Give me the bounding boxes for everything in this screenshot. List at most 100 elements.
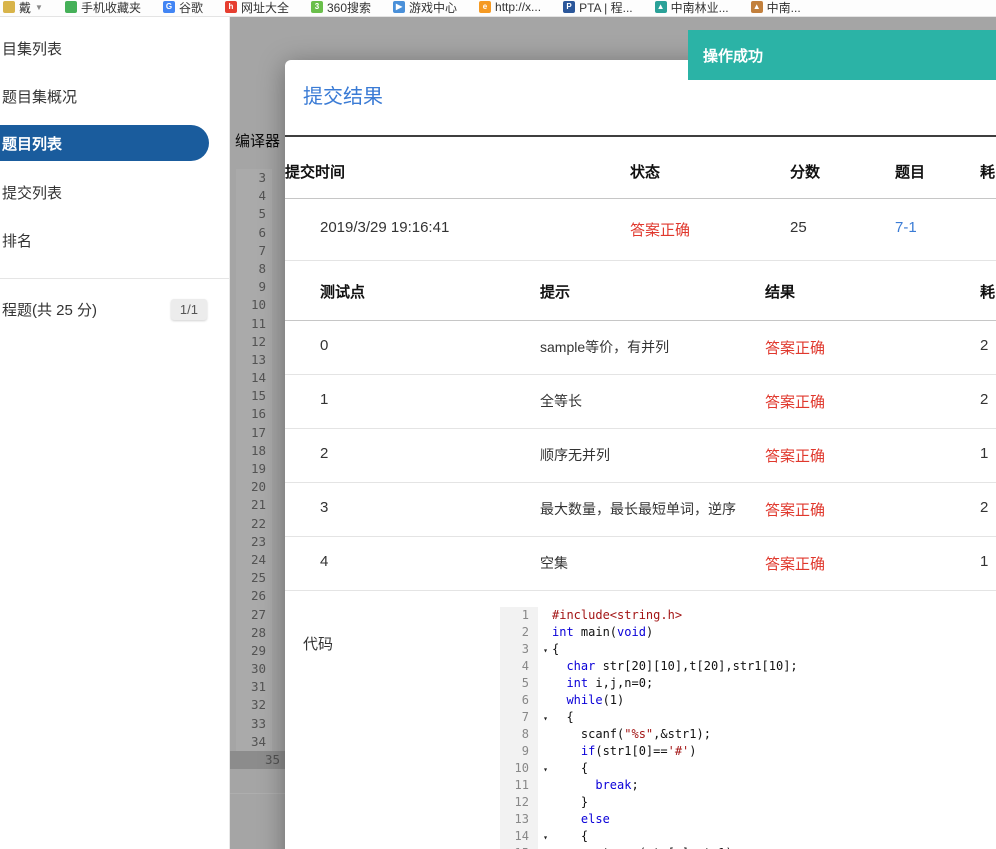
section-label: 程题(共 25 分) <box>2 302 98 319</box>
column-header: 分数 <box>790 164 821 181</box>
folder-icon <box>3 1 15 13</box>
modal-title: 提交结果 <box>303 86 383 108</box>
test-point-id: 2 <box>320 445 329 462</box>
testpoint-table: 测试点 提示 结果耗 0 sample等价，有并列 答案正确 2 1 全等长 答案正确 2 2 顺序无并… <box>285 261 996 591</box>
sidebar-item[interactable]: 目集列表 <box>0 24 229 72</box>
submission-result-modal: 提交结果 提交时间 状态 分数 题目耗 2019/3/29 19:16:41 答案正确 25… <box>285 60 996 849</box>
code-line: 6 while(1) <box>500 692 798 709</box>
sidebar-item[interactable]: 提交列表 <box>0 168 229 216</box>
bookmark-item[interactable]: P PTA | 程... <box>563 0 633 16</box>
code-line: 5 int i,j,n=0; <box>500 675 798 692</box>
bookmarks-list: 戴 ▼ 手机收藏夹 G 谷歌 h 网址大全 3 360搜索 ▶ 游戏中心 e http://x... P P… <box>0 0 996 16</box>
code-line: 8 scanf("%s",&str1); <box>500 726 798 743</box>
code-text: int main(void) <box>552 625 654 639</box>
test-result: 答案正确 <box>765 394 826 411</box>
chevron-down-icon: ▼ <box>35 2 43 12</box>
sidebar-item[interactable]: 题目集概况 <box>0 72 229 120</box>
test-point-id: 1 <box>320 391 329 408</box>
test-point-id: 3 <box>320 499 329 516</box>
school-icon: ▲ <box>654 1 667 13</box>
code-line-number: 7 ▾ <box>500 709 548 726</box>
bookmark-item[interactable]: 3 360搜索 <box>310 0 371 16</box>
toast-message: 操作成功 <box>703 47 764 65</box>
table-row: 2019/3/29 19:16:41 答案正确 25 7-1 <box>285 199 996 261</box>
test-point-id: 4 <box>320 553 329 570</box>
table-row: 2 顺序无并列 答案正确 1 <box>285 429 996 483</box>
submission-score: 25 <box>790 219 807 236</box>
bookmark-label: 中南... <box>766 0 801 15</box>
test-hint: 顺序无并列 <box>540 447 610 463</box>
submission-table: 提交时间 状态 分数 题目 耗 2019/3/29 19:16:41 答案正确 25 7-1 <box>285 137 996 261</box>
code-text: if(str1[0]=='#') <box>580 744 697 758</box>
code-line-number: 10 ▾ <box>500 760 548 777</box>
school-icon: ▲ <box>750 1 763 13</box>
code-line: 2 int main(void) <box>500 624 798 641</box>
code-text: char str[20][10],t[20],str1[10]; <box>566 659 798 673</box>
column-header: 测试点 <box>320 284 366 301</box>
problem-link[interactable]: 7-1 <box>895 199 980 260</box>
fold-arrow-icon[interactable]: ▾ <box>543 710 548 727</box>
bookmark-item[interactable]: ▶ 游戏中心 <box>393 0 457 16</box>
bookmark-label: 游戏中心 <box>409 0 458 15</box>
fold-arrow-icon[interactable]: ▾ <box>543 642 548 659</box>
fold-arrow-icon[interactable]: ▾ <box>543 829 548 846</box>
code-text: { <box>552 642 560 656</box>
hao123-icon: h <box>224 1 237 13</box>
bookmark-label: http://x... <box>495 0 542 14</box>
code-line-number: 12 <box>500 794 538 811</box>
bookmark-item[interactable]: h 网址大全 <box>224 0 289 16</box>
test-elapsed: 2 <box>980 337 989 354</box>
column-header: 状态 <box>630 164 661 181</box>
submission-elapsed <box>980 199 996 260</box>
table-row: 3 最大数量，最长最短单词，逆序 答案正确 2 <box>285 483 996 537</box>
code-text: while(1) <box>566 693 625 707</box>
sidebar-item[interactable]: 题目列表 <box>0 125 209 161</box>
code-line: 4 char str[20][10],t[20],str1[10]; <box>500 658 798 675</box>
bookmark-item[interactable]: G 谷歌 <box>162 0 203 16</box>
table-row: 1 全等长 答案正确 2 <box>285 375 996 429</box>
phone-bookmark-icon <box>64 1 77 13</box>
bookmark-label: PTA | 程... <box>579 0 633 15</box>
table-row: 4 空集 答案正确 1 <box>285 537 996 591</box>
bookmark-label: 手机收藏夹 <box>80 0 141 15</box>
column-header: 耗 <box>980 284 996 301</box>
test-hint: 最大数量，最长最短单词，逆序 <box>540 501 736 517</box>
code-line: 3 ▾ { <box>500 641 798 658</box>
bookmark-item[interactable]: ▲ 中南林业... <box>654 0 729 16</box>
code-line-number: 2 <box>500 624 538 641</box>
code-line: 11 break; <box>500 777 798 794</box>
sidebar-item[interactable]: 排名 <box>0 216 229 264</box>
game-center-icon: ▶ <box>393 1 406 13</box>
test-result: 答案正确 <box>765 556 826 573</box>
code-text: else <box>580 812 610 826</box>
code-line-number: 13 <box>500 811 538 828</box>
bookmark-item[interactable]: 手机收藏夹 <box>64 0 141 16</box>
test-elapsed: 1 <box>980 445 989 462</box>
test-result: 答案正确 <box>765 448 826 465</box>
column-header: 耗 <box>980 164 996 181</box>
test-hint: sample等价，有并列 <box>540 339 670 355</box>
code-text: scanf("%s",&str1); <box>552 727 711 741</box>
code-text: break; <box>595 778 639 792</box>
code-text: } <box>552 795 589 809</box>
code-line-number: 1 <box>500 607 538 624</box>
bookmark-item[interactable]: 戴 ▼ <box>3 0 43 16</box>
bookmark-label: 中南林业... <box>670 0 729 15</box>
code-line: 9 if(str1[0]=='#') <box>500 743 798 760</box>
test-result: 答案正确 <box>765 340 826 357</box>
code-line: 12 } <box>500 794 798 811</box>
score-badge: 1/1 <box>170 299 207 320</box>
bookmark-item[interactable]: ▲ 中南... <box>750 0 801 16</box>
result-tables: 提交时间 状态 分数 题目耗 2019/3/29 19:16:41 答案正确 25 7-1 测… <box>285 135 996 591</box>
fold-arrow-icon[interactable]: ▾ <box>543 761 548 778</box>
table-header-row: 提交时间 状态 分数 题目 耗 <box>285 137 996 199</box>
column-header: 提示 <box>540 284 571 301</box>
code-line-number: 3 ▾ <box>500 641 548 658</box>
sidebar-section-programming[interactable]: 程题(共 25 分) 1/1 <box>0 279 229 320</box>
bookmark-item[interactable]: e http://x... <box>479 0 541 14</box>
screen: 戴 ▼ 手机收藏夹 G 谷歌 h 网址大全 3 360搜索 ▶ 游戏中心 e http://x... P P… <box>0 0 996 849</box>
table-header-row: 测试点 提示 结果 耗 <box>285 261 996 321</box>
submission-time: 2019/3/29 19:16:41 <box>320 219 450 236</box>
code-label: 代码 <box>303 636 334 653</box>
code-line: 13 else <box>500 811 798 828</box>
